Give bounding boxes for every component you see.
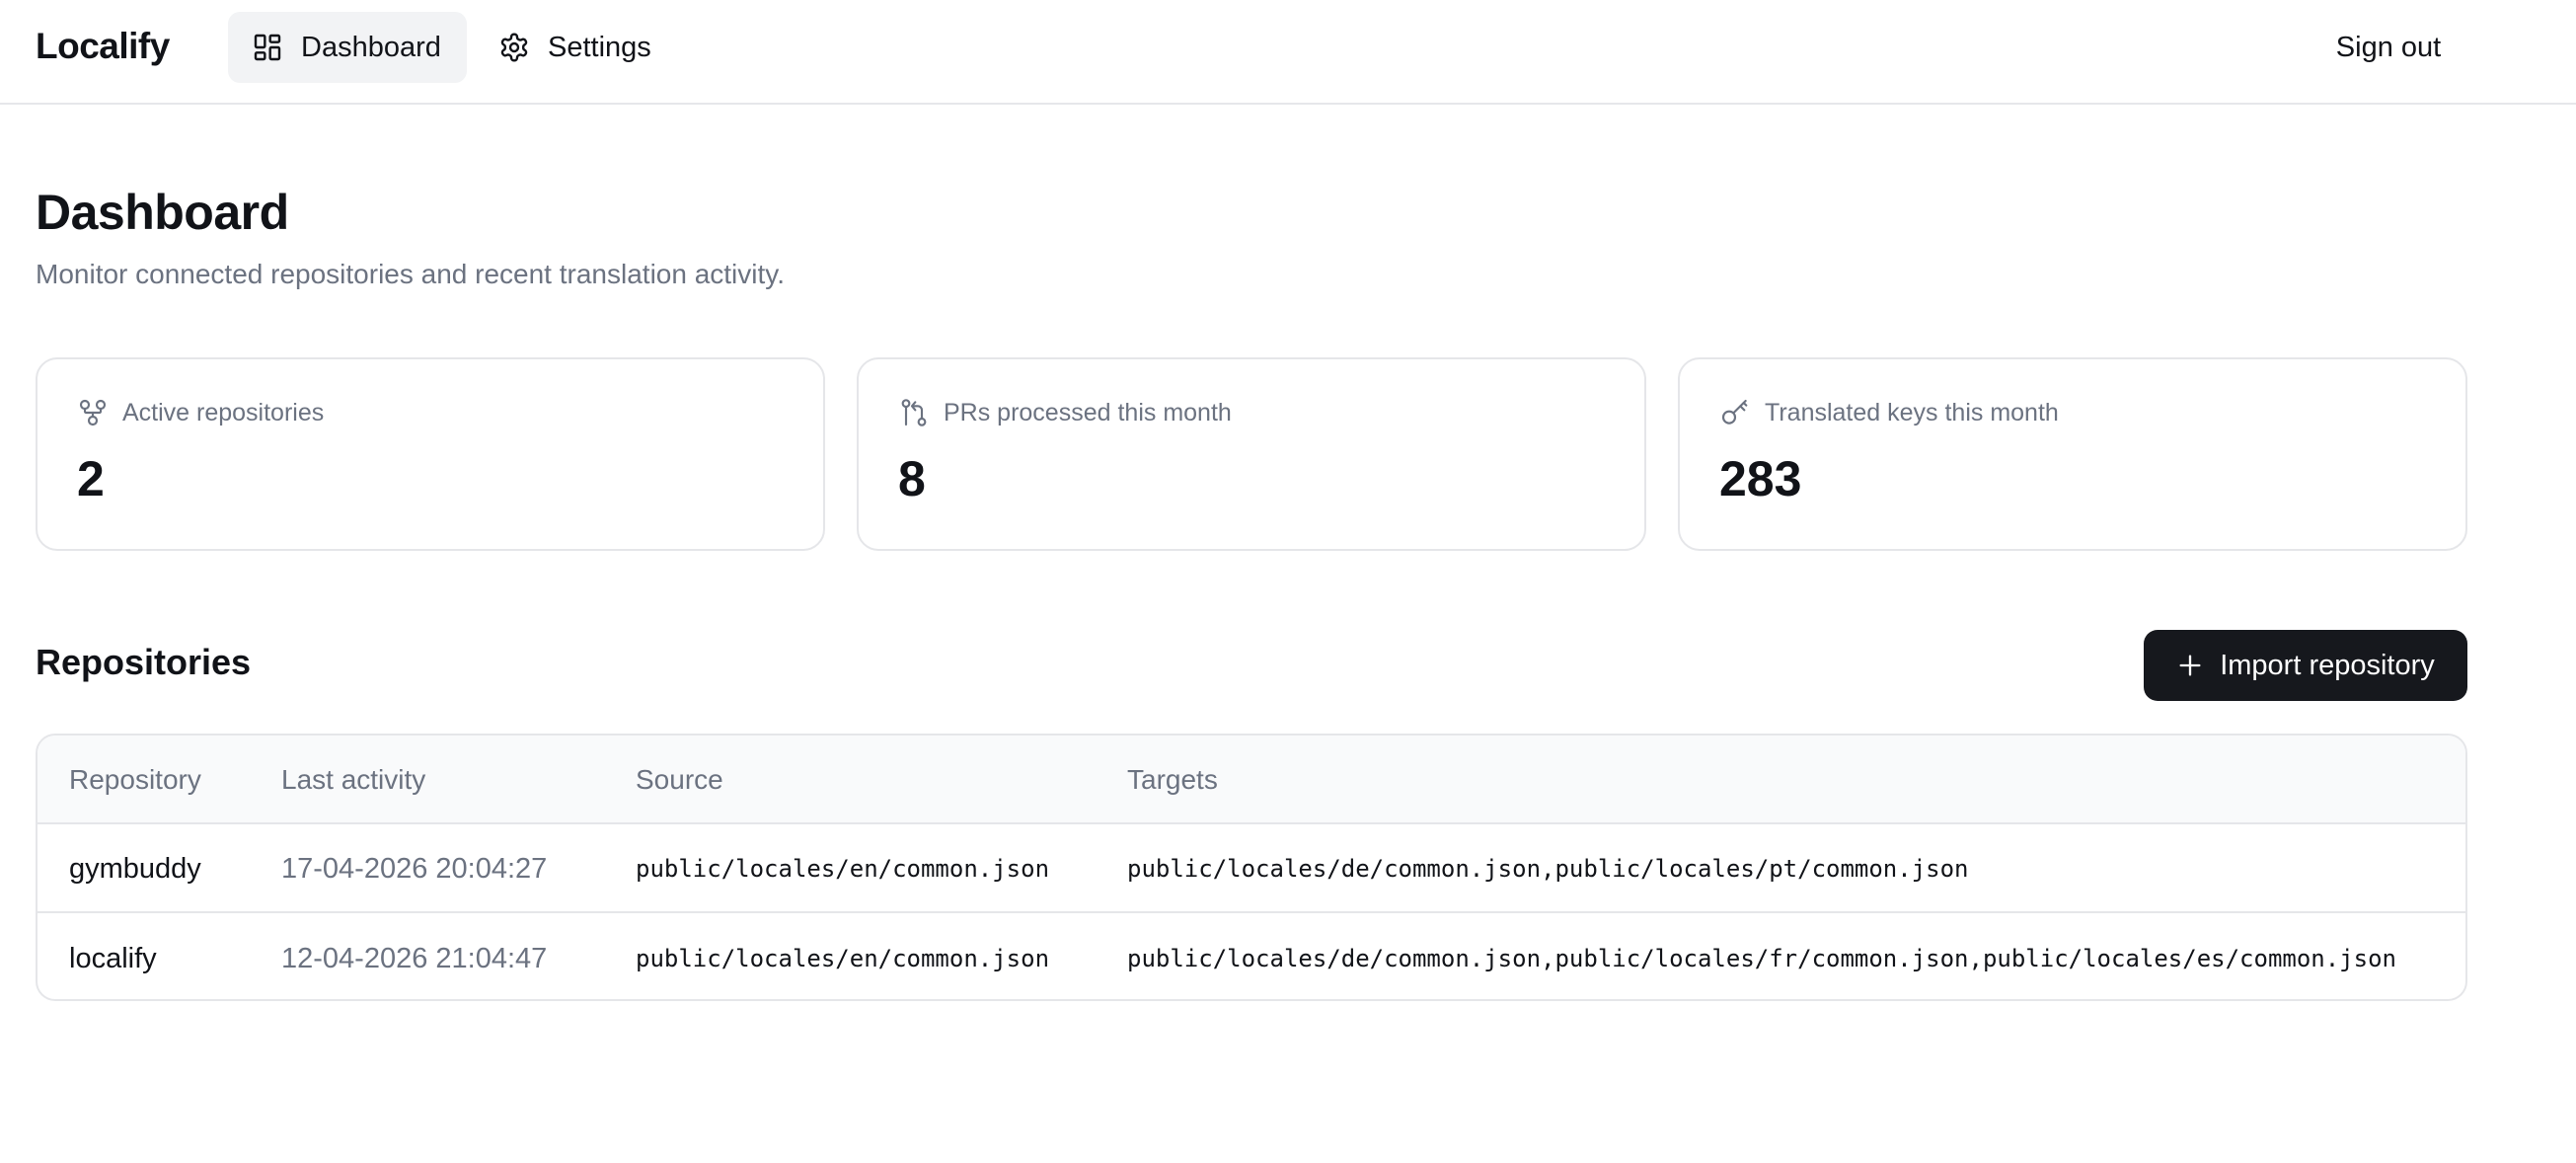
key-icon [1721, 399, 1748, 425]
last-activity: 17-04-2026 20:04:27 [281, 852, 548, 885]
column-header-source: Source [636, 764, 723, 795]
stat-card-prs-processed: PRs processed this month 8 [857, 357, 1646, 551]
stat-value: 2 [77, 451, 105, 506]
stat-value: 8 [898, 451, 926, 506]
nav-item-settings[interactable]: Settings [475, 12, 692, 83]
nav-item-label: Dashboard [301, 31, 441, 63]
repository-name[interactable]: gymbuddy [69, 824, 201, 913]
sign-out-button[interactable]: Sign out [2310, 22, 2467, 73]
table-row[interactable]: gymbuddy 17-04-2026 20:04:27 public/loca… [38, 824, 2465, 913]
plus-icon [2179, 655, 2201, 676]
page-subtitle: Monitor connected repositories and recen… [36, 259, 785, 289]
git-pull-request-icon [901, 399, 927, 426]
column-header-targets: Targets [1127, 764, 1218, 795]
gear-icon [500, 33, 528, 62]
stat-label-text: Translated keys this month [1765, 398, 2059, 426]
last-activity: 12-04-2026 21:04:47 [281, 942, 548, 974]
target-paths: public/locales/de/common.json,public/loc… [1127, 945, 2396, 972]
stat-label: Translated keys this month [1719, 397, 2059, 428]
stat-card-active-repositories: Active repositories 2 [36, 357, 825, 551]
brand-logo[interactable]: Localify [36, 26, 170, 67]
repositories-table: Repository Last activity Source Targets … [36, 734, 2467, 1001]
target-paths: public/locales/de/common.json,public/loc… [1127, 855, 1969, 883]
dashboard-icon [254, 34, 281, 61]
nav-item-dashboard[interactable]: Dashboard [228, 12, 467, 83]
import-repository-button[interactable]: Import repository [2144, 630, 2467, 701]
repository-name[interactable]: localify [69, 914, 157, 999]
page-title: Dashboard [36, 185, 289, 240]
stat-label: PRs processed this month [898, 397, 1232, 428]
stat-card-translated-keys: Translated keys this month 283 [1678, 357, 2467, 551]
table-header-row: Repository Last activity Source Targets [38, 736, 2465, 824]
table-row[interactable]: localify 12-04-2026 21:04:47 public/loca… [38, 914, 2465, 999]
stat-label: Active repositories [77, 397, 324, 428]
column-header-last-activity: Last activity [281, 764, 426, 795]
top-navigation-bar: Localify Dashboard Settings Sign out [0, 0, 2576, 105]
source-path: public/locales/en/common.json [636, 855, 1050, 883]
stat-label-text: Active repositories [122, 398, 325, 426]
nav-item-label: Settings [548, 31, 651, 63]
column-header-repository: Repository [69, 764, 201, 795]
import-repository-label: Import repository [2220, 649, 2435, 681]
stat-label-text: PRs processed this month [944, 398, 1232, 426]
source-path: public/locales/en/common.json [636, 945, 1050, 972]
stat-value: 283 [1719, 451, 1802, 506]
repositories-heading: Repositories [36, 642, 252, 682]
git-fork-icon [79, 399, 107, 426]
